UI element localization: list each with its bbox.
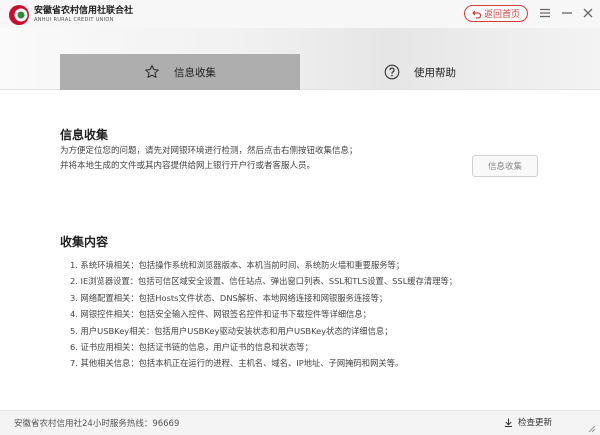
help-icon (384, 64, 400, 80)
list-item: 2. IE浏览器设置：包括可信区域安全设置、信任站点、弹出窗口列表、SSL和TL… (70, 276, 458, 287)
collection-content-list: 1. 系统环境相关：包括操作系统和浏览器版本、本机当前时间、系统防火墙和重要服务… (70, 257, 457, 372)
status-bar: 安徽省农村信用社24小时服务热线：96669 检查更新 (0, 410, 600, 435)
bank-logo-icon (9, 5, 29, 25)
return-arrow-icon (472, 10, 482, 19)
tab-usage-help[interactable]: 使用帮助 (300, 54, 540, 90)
logo-chinese-name: 安徽省农村信用社联合社 (34, 6, 134, 16)
tab-usage-help-label: 使用帮助 (414, 66, 456, 79)
menu-icon[interactable] (538, 6, 552, 20)
info-description-line-2: 并将本地生成的文件或其内容提供给网上银行开户行或者客服人员。 (60, 161, 316, 171)
return-home-label: 返回首页 (483, 10, 520, 20)
service-hotline: 安徽省农村信用社24小时服务热线：96669 (14, 419, 180, 429)
list-item: 4. 网银控件相关：包括安全输入控件、网银签名控件和证书下载控件等详细信息； (70, 309, 371, 320)
list-item: 1. 系统环境相关：包括操作系统和浏览器版本、本机当前时间、系统防火墙和重要服务… (70, 260, 405, 270)
close-icon[interactable] (581, 6, 595, 20)
star-icon (145, 64, 159, 78)
info-description-line-1: 为方便定位您的问题，请先对网银环境进行检测，然后点击右侧按钮收集信息； (60, 146, 358, 156)
resize-grip-icon[interactable] (586, 423, 596, 433)
collect-info-button[interactable]: 信息收集 (472, 155, 538, 177)
app-logo: 安徽省农村信用社联合社 ANHUI RURAL CREDIT UNION (8, 4, 133, 26)
logo-english-name: ANHUI RURAL CREDIT UNION (34, 17, 114, 23)
return-home-button[interactable]: 返回首页 (464, 5, 528, 22)
list-item: 5. 用户USBKey相关：包括用户USBKey驱动安装状态和用户USBKey状… (70, 325, 393, 336)
tab-banner: 信息收集 使用帮助 (0, 28, 600, 90)
tab-info-collection-label: 信息收集 (174, 66, 216, 79)
title-bar: 安徽省农村信用社联合社 ANHUI RURAL CREDIT UNION 返回首… (0, 0, 600, 28)
minimize-icon[interactable] (560, 6, 574, 20)
download-arrow-icon (505, 418, 512, 427)
check-update-label: 检查更新 (518, 418, 553, 428)
list-item: 7. 其他相关信息：包括本机正在运行的进程、主机名、域名、IP地址、子网掩码和网… (70, 358, 404, 369)
check-update-button[interactable]: 检查更新 (504, 416, 552, 428)
list-item: 6. 证书应用相关：包括证书链的信息，用户证书的信息和状态等； (70, 341, 313, 352)
tab-info-collection[interactable]: 信息收集 (60, 54, 300, 90)
list-item: 3. 网络配置相关：包括Hosts文件状态、DNS解析、本地网络连接和网银服务连… (70, 292, 388, 303)
info-section-title: 信息收集 (60, 128, 109, 142)
content-section-title: 收集内容 (60, 235, 109, 249)
